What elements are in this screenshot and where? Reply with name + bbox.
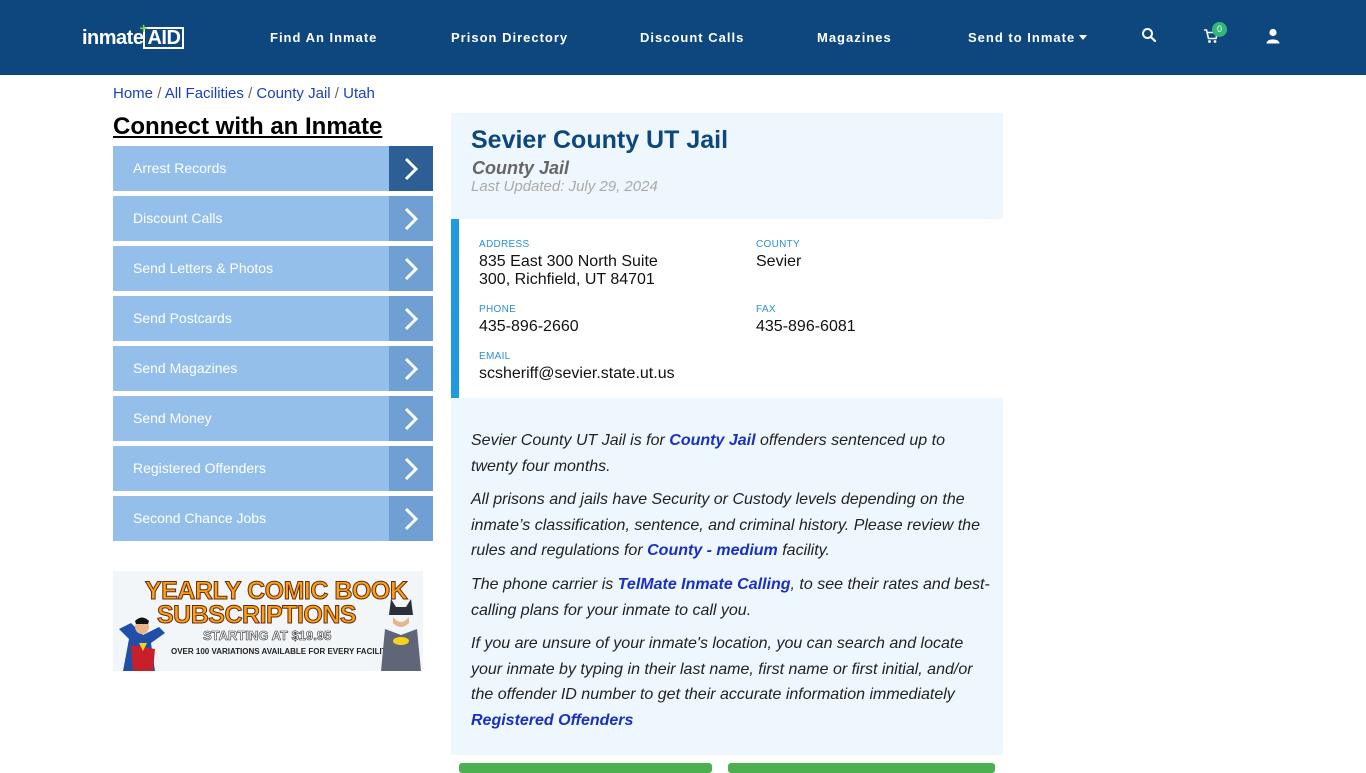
caret-down-icon bbox=[1079, 35, 1088, 40]
address-line-2: 300, Richfield, UT 84701 bbox=[479, 271, 655, 288]
paragraph-text: If you are unsure of your inmate's locat… bbox=[471, 635, 973, 704]
paragraph-facility-type: Sevier County UT Jail is for County Jail… bbox=[471, 428, 991, 479]
breadcrumb: Home / All Facilities / County Jail / Ut… bbox=[113, 85, 375, 102]
superhero-right-image bbox=[381, 595, 421, 671]
nav-send-to-inmate[interactable]: Send to Inmate bbox=[968, 30, 1088, 45]
facility-type: County Jail bbox=[472, 158, 570, 178]
address-label: ADDRESS bbox=[479, 239, 530, 250]
paragraph-security-levels: All prisons and jails have Security or C… bbox=[471, 487, 991, 564]
nav-send-to-inmate-label: Send to Inmate bbox=[968, 30, 1076, 45]
fax-label: FAX bbox=[756, 304, 776, 315]
user-icon[interactable] bbox=[1266, 28, 1284, 46]
address-line-1: 835 East 300 North Suite bbox=[479, 253, 658, 270]
sidebar-item-second-chance-jobs[interactable]: Second Chance Jobs bbox=[113, 496, 433, 541]
chevron-right-icon bbox=[389, 446, 433, 491]
sidebar-item-label: Arrest Records bbox=[133, 160, 227, 176]
breadcrumb-all-facilities[interactable]: All Facilities bbox=[165, 85, 244, 102]
sidebar-item-send-letters-photos[interactable]: Send Letters & Photos bbox=[113, 246, 433, 291]
sidebar-item-label: Send Letters & Photos bbox=[133, 260, 274, 276]
logo-text-aid: + AID bbox=[139, 20, 185, 49]
sidebar-item-label: Second Chance Jobs bbox=[133, 510, 267, 526]
sidebar-item-label: Registered Offenders bbox=[133, 460, 266, 476]
paragraph-phone-carrier: The phone carrier is TelMate Inmate Call… bbox=[471, 572, 991, 623]
fax-value: 435-896-6081 bbox=[756, 318, 856, 335]
breadcrumb-separator: / bbox=[157, 85, 162, 102]
search-icon[interactable] bbox=[1141, 27, 1159, 45]
comic-subscription-banner[interactable]: YEARLY COMIC BOOK SUBSCRIPTIONS STARTING… bbox=[113, 571, 423, 671]
sidebar-item-label: Send Magazines bbox=[133, 360, 238, 376]
last-updated: Last Updated: July 29, 2024 bbox=[471, 178, 658, 195]
action-button-left[interactable] bbox=[459, 763, 712, 773]
facility-title: Sevier County UT Jail bbox=[471, 126, 729, 154]
sidebar-item-label: Discount Calls bbox=[133, 210, 223, 226]
sidebar-item-label: Send Money bbox=[133, 410, 212, 426]
link-registered-offenders[interactable]: Registered Offenders bbox=[471, 712, 633, 729]
banner-line-2: SUBSCRIPTIONS bbox=[156, 601, 357, 630]
nav-discount-calls[interactable]: Discount Calls bbox=[640, 30, 744, 45]
banner-line-4: OVER 100 VARIATIONS AVAILABLE FOR EVERY … bbox=[171, 647, 392, 656]
paragraph-text: facility. bbox=[777, 542, 830, 560]
sidebar-item-send-postcards[interactable]: Send Postcards bbox=[113, 296, 433, 341]
chevron-right-icon bbox=[389, 146, 433, 191]
breadcrumb-separator: / bbox=[334, 85, 339, 102]
breadcrumb-county-jail[interactable]: County Jail bbox=[256, 85, 330, 102]
site-logo[interactable]: inmate + AID bbox=[82, 20, 185, 50]
link-telmate-inmate-calling[interactable]: TelMate Inmate Calling bbox=[618, 576, 791, 593]
nav-magazines[interactable]: Magazines bbox=[817, 30, 892, 45]
banner-line-3: STARTING AT $19.95 bbox=[203, 628, 332, 644]
action-button-right[interactable] bbox=[728, 763, 995, 773]
chevron-right-icon bbox=[389, 346, 433, 391]
phone-value[interactable]: 435-896-2660 bbox=[479, 318, 579, 336]
logo-aid-text: AID bbox=[147, 27, 181, 49]
chevron-right-icon bbox=[389, 296, 433, 341]
chevron-right-icon bbox=[389, 496, 433, 541]
chevron-right-icon bbox=[389, 396, 433, 441]
paragraph-locate-inmate: If you are unsure of your inmate's locat… bbox=[471, 631, 991, 733]
sidebar-item-registered-offenders[interactable]: Registered Offenders bbox=[113, 446, 433, 491]
breadcrumb-utah[interactable]: Utah bbox=[343, 85, 375, 102]
chevron-right-icon bbox=[389, 196, 433, 241]
top-navbar: inmate + AID Find An Inmate Prison Direct… bbox=[0, 0, 1366, 75]
nav-prison-directory[interactable]: Prison Directory bbox=[451, 30, 568, 45]
phone-label: PHONE bbox=[479, 304, 517, 315]
paragraph-text: The phone carrier is bbox=[471, 576, 618, 593]
logo-text-inmate: inmate bbox=[82, 26, 144, 49]
sidebar-item-send-magazines[interactable]: Send Magazines bbox=[113, 346, 433, 391]
sidebar-item-send-money[interactable]: Send Money bbox=[113, 396, 433, 441]
cart-count-badge: 0 bbox=[1212, 22, 1227, 37]
connect-with-inmate-heading: Connect with an Inmate bbox=[113, 113, 383, 140]
link-county-jail[interactable]: County Jail bbox=[669, 432, 755, 449]
breadcrumb-separator: / bbox=[248, 85, 253, 102]
county-value: Sevier bbox=[756, 253, 802, 270]
email-value[interactable]: scsheriff@sevier.state.ut.us bbox=[479, 365, 675, 383]
breadcrumb-home[interactable]: Home bbox=[113, 85, 153, 102]
paragraph-text: Sevier County UT Jail is for bbox=[471, 432, 670, 449]
email-label: EMAIL bbox=[479, 351, 511, 362]
sidebar-item-arrest-records[interactable]: Arrest Records bbox=[113, 146, 433, 191]
sidebar-item-label: Send Postcards bbox=[133, 310, 232, 326]
sidebar-item-discount-calls[interactable]: Discount Calls bbox=[113, 196, 433, 241]
link-county-medium[interactable]: County - medium bbox=[647, 542, 778, 559]
chevron-right-icon bbox=[389, 246, 433, 291]
logo-plus: + bbox=[139, 20, 148, 36]
nav-find-an-inmate[interactable]: Find An Inmate bbox=[270, 30, 377, 45]
county-label: COUNTY bbox=[756, 239, 801, 250]
